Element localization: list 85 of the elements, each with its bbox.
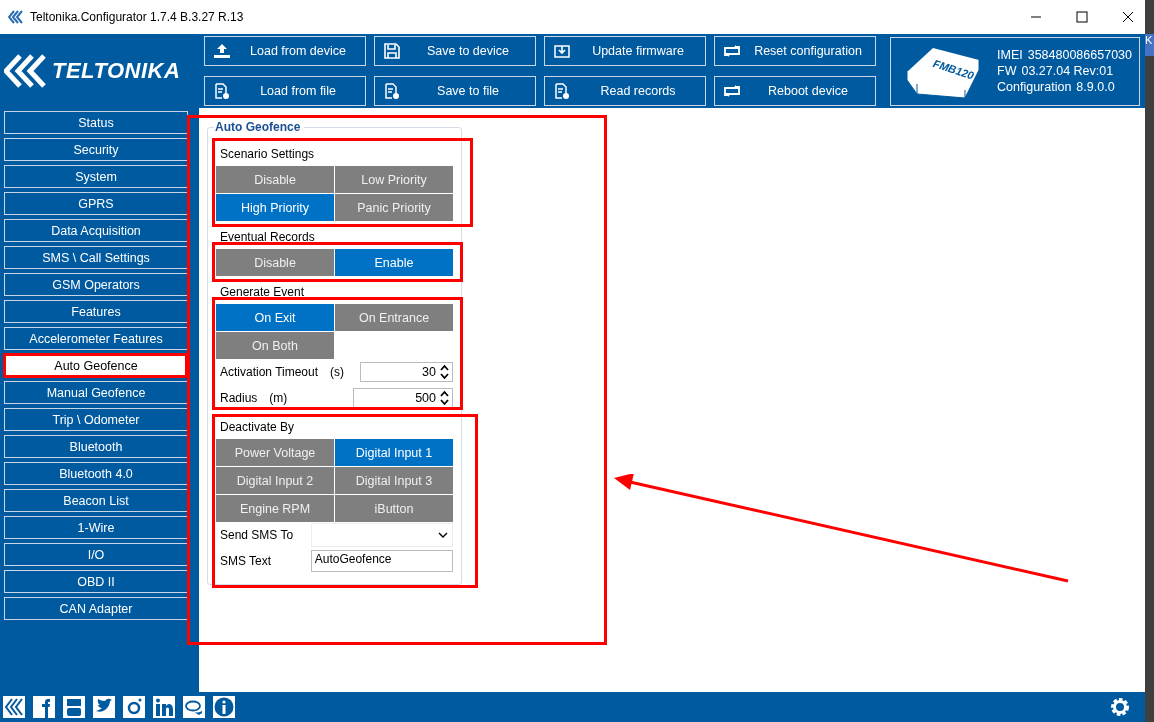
configuration-value: 8.9.0.0	[1076, 80, 1115, 94]
sidebar-item[interactable]: Manual Geofence	[4, 381, 188, 404]
sidebar-item[interactable]: Accelerometer Features	[4, 327, 188, 350]
dropdown-field[interactable]	[310, 523, 453, 547]
firmware-value: 03.27.04 Rev:01	[1021, 64, 1114, 78]
facebook-icon[interactable]	[33, 696, 55, 718]
option-button[interactable]: Low Priority	[335, 166, 453, 193]
option-button[interactable]: Panic Priority	[335, 194, 453, 221]
field-label: Send SMS To	[220, 528, 295, 542]
imei-value: 358480086657030	[1027, 48, 1132, 62]
option-button[interactable]: Enable	[335, 249, 453, 276]
app-icon	[8, 10, 24, 24]
option-button[interactable]: Engine RPM	[216, 495, 334, 522]
toolbar-button[interactable]: Reboot device	[714, 76, 876, 106]
twitter-icon[interactable]	[93, 696, 115, 718]
option-button[interactable]: On Entrance	[335, 304, 453, 331]
sidebar-item[interactable]: Bluetooth 4.0	[4, 462, 188, 485]
number-field[interactable]: 30	[360, 362, 453, 382]
configuration-label: Configuration	[997, 80, 1072, 94]
field-label: SMS Text	[220, 554, 273, 568]
sidebar-item[interactable]: OBD II	[4, 570, 188, 593]
option-button[interactable]: Digital Input 3	[335, 467, 453, 494]
option-button[interactable]: Disable	[216, 166, 334, 193]
sidebar-item[interactable]: Trip \ Odometer	[4, 408, 188, 431]
sidebar-item[interactable]: GSM Operators	[4, 273, 188, 296]
toolbar-button[interactable]: Load from file	[204, 76, 366, 106]
sidebar-item[interactable]: Features	[4, 300, 188, 323]
maximize-icon[interactable]	[1076, 11, 1088, 23]
option-button[interactable]: On Exit	[216, 304, 334, 331]
close-icon[interactable]	[1122, 11, 1134, 23]
chat-bubbles-icon[interactable]	[183, 696, 205, 718]
section-label: Deactivate By	[219, 419, 296, 436]
sidebar-item[interactable]: SMS \ Call Settings	[4, 246, 188, 269]
option-button[interactable]: Power Voltage	[216, 439, 334, 466]
unit-label: (s)	[330, 365, 346, 379]
sidebar-item[interactable]: Data Acquisition	[4, 219, 188, 242]
toolbar-button[interactable]: Read records	[544, 76, 706, 106]
sidebar-item[interactable]: 1-Wire	[4, 516, 188, 539]
section-label: Generate Event	[219, 284, 306, 301]
field-label: Radius	[220, 391, 258, 405]
sidebar-item[interactable]: CAN Adapter	[4, 597, 188, 620]
logo-text: TELTONIKA	[52, 58, 181, 84]
sidebar-item[interactable]: Security	[4, 138, 188, 161]
option-button[interactable]: iButton	[335, 495, 453, 522]
sidebar-item[interactable]: I/O	[4, 543, 188, 566]
upload-icon	[213, 43, 231, 59]
sidebar-item[interactable]: GPRS	[4, 192, 188, 215]
section-label: Scenario Settings	[219, 146, 316, 163]
toolbar-button[interactable]: Reset configuration	[714, 36, 876, 66]
unit-label: (m)	[269, 391, 289, 405]
spinner-arrows-icon	[440, 364, 449, 380]
cycle-icon	[723, 83, 741, 99]
window-title: Teltonika.Configurator 1.7.4 B.3.27 R.13	[30, 10, 244, 24]
file-check-icon	[383, 83, 401, 99]
chevron-down-icon	[438, 532, 448, 538]
firmware-label: FW	[997, 64, 1017, 78]
download-icon	[553, 43, 571, 59]
text-field[interactable]: AutoGeofence	[310, 550, 453, 572]
toolbar-button[interactable]: Update firmware	[544, 36, 706, 66]
toolbar-button[interactable]: Load from device	[204, 36, 366, 66]
spinner-arrows-icon	[440, 390, 449, 406]
instagram-icon[interactable]	[123, 696, 145, 718]
group-title: Auto Geofence	[214, 120, 305, 134]
option-button[interactable]: On Both	[216, 332, 334, 359]
option-button[interactable]: Digital Input 1	[335, 439, 453, 466]
info-icon[interactable]	[213, 696, 235, 718]
sidebar-item[interactable]: Bluetooth	[4, 435, 188, 458]
sidebar-item[interactable]: Beacon List	[4, 489, 188, 512]
toolbar-button[interactable]: Save to device	[374, 36, 536, 66]
option-button[interactable]: Digital Input 2	[216, 467, 334, 494]
sidebar-item[interactable]: System	[4, 165, 188, 188]
imei-label: IMEI	[997, 48, 1023, 62]
cycle-icon	[723, 43, 741, 59]
background-window-text: K	[1145, 34, 1154, 56]
section-label: Eventual Records	[219, 229, 316, 246]
number-field[interactable]: 500	[353, 388, 453, 408]
file-check-icon	[553, 83, 571, 99]
field-label: Activation Timeout	[220, 365, 319, 379]
settings-icon[interactable]	[1109, 696, 1131, 718]
toolbar-button[interactable]: Save to file	[374, 76, 536, 106]
sidebar-item[interactable]: Status	[4, 111, 188, 134]
logo-chevrons-icon[interactable]	[3, 696, 25, 718]
option-button[interactable]: High Priority	[216, 194, 334, 221]
linkedin-icon[interactable]	[153, 696, 175, 718]
option-button[interactable]: Disable	[216, 249, 334, 276]
